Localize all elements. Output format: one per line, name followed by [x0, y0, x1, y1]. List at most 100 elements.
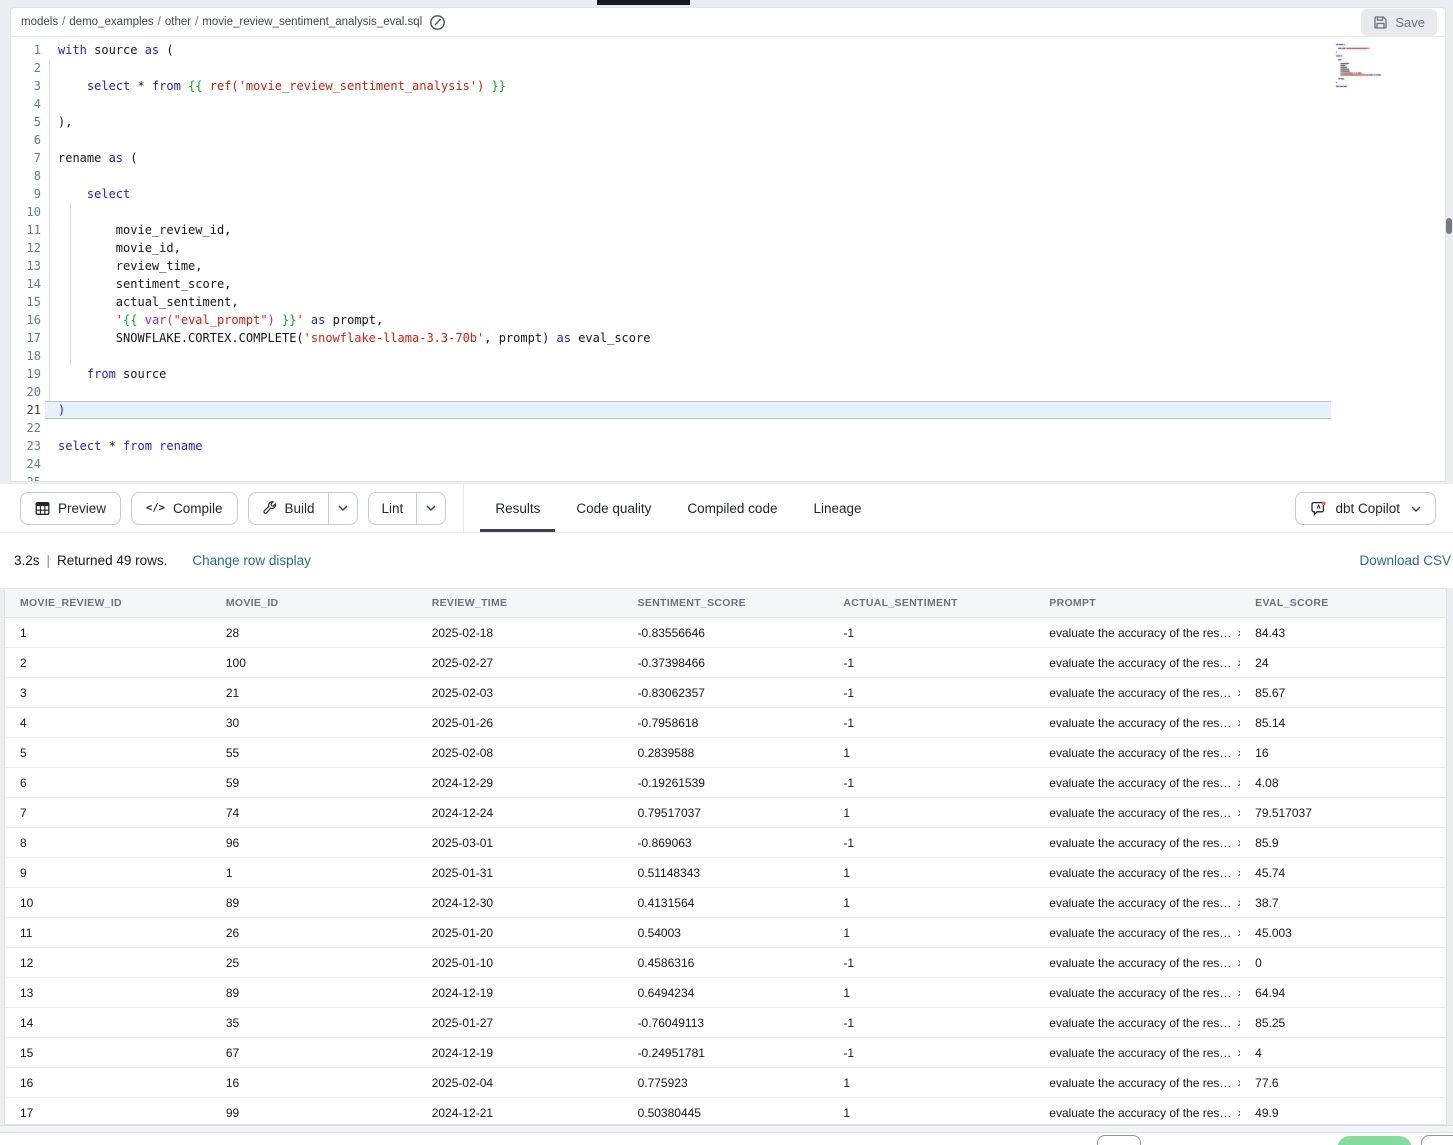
- cell-eval_score: 84.43: [1240, 626, 1446, 640]
- code-line: 18: [11, 347, 1445, 365]
- build-wrench-icon: [262, 501, 277, 516]
- cell-actual_sentiment: 1: [828, 866, 1034, 880]
- horizontal-scrollbar[interactable]: [0, 1125, 1453, 1133]
- column-header-movie_id: MOVIE_ID: [211, 597, 417, 609]
- code-line: 19 from source: [11, 365, 1445, 383]
- build-button[interactable]: Build: [249, 493, 328, 524]
- cell-movie_id: 67: [211, 1046, 417, 1060]
- cell-prompt: evaluate the accuracy of the res…›: [1034, 836, 1240, 850]
- tab-code-quality[interactable]: Code quality: [558, 484, 669, 532]
- prompt-preview-text: evaluate the accuracy of the res…: [1049, 926, 1231, 940]
- prompt-expand-chevron-icon[interactable]: ›: [1237, 686, 1240, 699]
- prompt-expand-chevron-icon[interactable]: ›: [1237, 1016, 1240, 1029]
- save-button[interactable]: Save: [1361, 9, 1437, 36]
- prompt-expand-chevron-icon[interactable]: ›: [1237, 746, 1240, 759]
- prompt-expand-chevron-icon[interactable]: ›: [1237, 1076, 1240, 1089]
- line-code: SNOWFLAKE.CORTEX.COMPLETE('snowflake-lla…: [41, 329, 650, 347]
- file-link-icon[interactable]: [429, 14, 446, 31]
- prompt-expand-chevron-icon[interactable]: ›: [1237, 896, 1240, 909]
- breadcrumb-separator: /: [62, 16, 65, 28]
- build-split-button: Build: [248, 492, 358, 525]
- cell-prompt: evaluate the accuracy of the res…›: [1034, 956, 1240, 970]
- prompt-expand-chevron-icon[interactable]: ›: [1237, 986, 1240, 999]
- tab-compiled-code[interactable]: Compiled code: [669, 484, 795, 532]
- dbt-copilot-button[interactable]: dbt Copilot: [1295, 492, 1436, 525]
- build-dropdown-chevron[interactable]: [328, 493, 357, 524]
- compile-button[interactable]: </> Compile: [131, 492, 238, 525]
- download-csv-link[interactable]: Download CSV: [1359, 553, 1451, 568]
- editor-minimap[interactable]: [1334, 42, 1434, 96]
- preview-label: Preview: [58, 501, 106, 516]
- line-code: actual_sentiment,: [41, 293, 239, 311]
- prompt-expand-chevron-icon[interactable]: ›: [1237, 1046, 1240, 1059]
- prompt-expand-chevron-icon[interactable]: ›: [1237, 806, 1240, 819]
- line-number: 20: [11, 383, 41, 401]
- prompt-expand-chevron-icon[interactable]: ›: [1237, 656, 1240, 669]
- query-duration: 3.2s: [14, 553, 40, 568]
- line-code: [41, 203, 58, 221]
- cell-sentiment_score: 0.51148343: [623, 866, 829, 880]
- prompt-expand-chevron-icon[interactable]: ›: [1237, 776, 1240, 789]
- lint-button[interactable]: Lint: [369, 493, 417, 524]
- change-row-display-link[interactable]: Change row display: [192, 553, 311, 568]
- table-row: 8962025-03-01-0.869063-1evaluate the acc…: [5, 828, 1446, 858]
- code-line: 6: [11, 131, 1445, 149]
- partial-button-left[interactable]: [1097, 1135, 1141, 1145]
- cell-sentiment_score: -0.19261539: [623, 776, 829, 790]
- cell-movie_id: 59: [211, 776, 417, 790]
- line-number: 3: [11, 77, 41, 95]
- cell-movie_review_id: 10: [5, 896, 211, 910]
- cell-movie_review_id: 5: [5, 746, 211, 760]
- prompt-expand-chevron-icon[interactable]: ›: [1237, 626, 1240, 639]
- line-number: 13: [11, 257, 41, 275]
- cell-movie_review_id: 8: [5, 836, 211, 850]
- cell-movie_id: 35: [211, 1016, 417, 1030]
- prompt-expand-chevron-icon[interactable]: ›: [1237, 1106, 1240, 1119]
- cell-actual_sentiment: -1: [828, 686, 1034, 700]
- cell-eval_score: 4: [1240, 1046, 1446, 1060]
- line-number: 21: [11, 401, 41, 419]
- tab-results[interactable]: Results: [477, 484, 558, 532]
- line-code: select * from {{ ref('movie_review_senti…: [41, 77, 506, 95]
- prompt-expand-chevron-icon[interactable]: ›: [1237, 716, 1240, 729]
- line-number: 14: [11, 275, 41, 293]
- partial-button-right[interactable]: [1421, 1135, 1453, 1145]
- prompt-expand-chevron-icon[interactable]: ›: [1237, 926, 1240, 939]
- code-editor[interactable]: 1with source as (23 select * from {{ ref…: [11, 37, 1445, 481]
- cell-sentiment_score: -0.37398466: [623, 656, 829, 670]
- preview-table-icon: [35, 501, 50, 516]
- cell-movie_review_id: 12: [5, 956, 211, 970]
- cell-movie_id: 30: [211, 716, 417, 730]
- bottom-partial-bar: [0, 1133, 1453, 1145]
- cell-eval_score: 85.25: [1240, 1016, 1446, 1030]
- cell-movie_id: 99: [211, 1106, 417, 1120]
- code-line: 10: [11, 203, 1445, 221]
- editor-scrollbar-thumb[interactable]: [1446, 218, 1452, 234]
- save-floppy-icon: [1373, 15, 1388, 30]
- line-code: ),: [41, 113, 72, 131]
- line-code: [41, 455, 58, 473]
- tab-lineage[interactable]: Lineage: [795, 484, 879, 532]
- cell-eval_score: 38.7: [1240, 896, 1446, 910]
- line-code: select * from rename: [41, 437, 203, 455]
- table-row: 13892024-12-190.64942341evaluate the acc…: [5, 978, 1446, 1008]
- cell-review_time: 2025-02-18: [417, 626, 623, 640]
- cell-review_time: 2024-12-19: [417, 986, 623, 1000]
- prompt-preview-text: evaluate the accuracy of the res…: [1049, 986, 1231, 1000]
- cell-eval_score: 4.08: [1240, 776, 1446, 790]
- prompt-preview-text: evaluate the accuracy of the res…: [1049, 776, 1231, 790]
- prompt-expand-chevron-icon[interactable]: ›: [1237, 956, 1240, 969]
- line-number: 5: [11, 113, 41, 131]
- table-row: 16162025-02-040.7759231evaluate the accu…: [5, 1068, 1446, 1098]
- partial-green-button[interactable]: [1337, 1136, 1412, 1145]
- cell-eval_score: 85.14: [1240, 716, 1446, 730]
- code-line: 24: [11, 455, 1445, 473]
- preview-button[interactable]: Preview: [20, 492, 121, 525]
- lint-dropdown-chevron[interactable]: [416, 493, 445, 524]
- prompt-expand-chevron-icon[interactable]: ›: [1237, 866, 1240, 879]
- cell-sentiment_score: 0.4586316: [623, 956, 829, 970]
- prompt-expand-chevron-icon[interactable]: ›: [1237, 836, 1240, 849]
- line-number: 11: [11, 221, 41, 239]
- cell-review_time: 2025-02-04: [417, 1076, 623, 1090]
- line-code: select: [41, 185, 130, 203]
